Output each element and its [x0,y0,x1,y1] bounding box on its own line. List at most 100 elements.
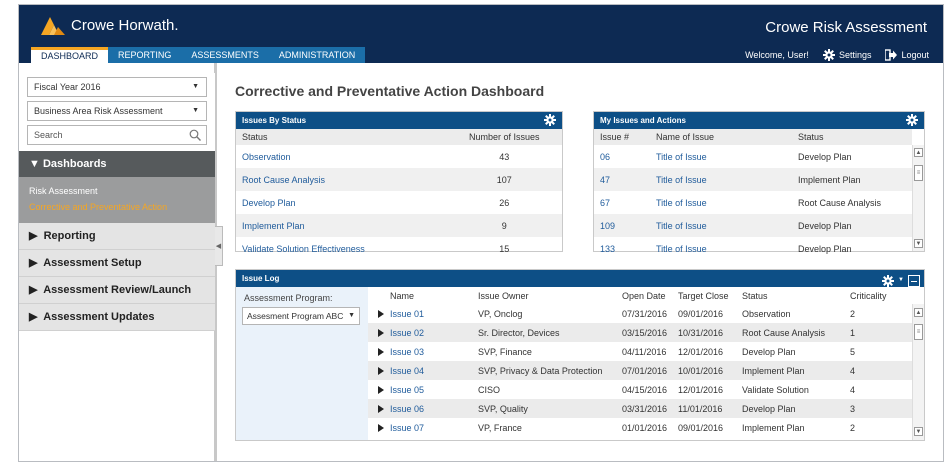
sidebar-item-corrective-action[interactable]: Corrective and Preventative Action [29,199,215,215]
issue-log-table: Name Issue Owner Open Date Target Close … [368,287,914,437]
table-row: Implement Plan 9 [236,214,562,237]
panel-header: Issues By Status [236,112,562,129]
criticality: 3 [844,399,914,418]
gear-icon[interactable] [544,114,556,126]
table-row[interactable]: 133 Title of Issue Develop Plan [594,237,912,260]
column-header: Open Date [616,287,672,304]
search-icon[interactable] [189,129,201,141]
criticality: 5 [850,346,856,357]
tab-reporting[interactable]: REPORTING [108,47,182,63]
issue-name[interactable]: Title of Issue [650,237,792,260]
scroll-thumb[interactable]: ≡ [914,165,923,181]
table-row[interactable]: 47 Title of Issue Implement Plan [594,168,912,191]
sidebar-item-risk-assessment[interactable]: Risk Assessment [29,183,215,199]
issue-log-filter: Assessment Program: Assesment Program AB… [236,287,368,440]
business-area-select[interactable]: Business Area Risk Assessment ▼ [27,101,207,121]
search-input[interactable]: Search [27,125,207,145]
issue-number[interactable]: 109 [594,214,650,237]
issue-link[interactable]: Issue 03 [368,342,472,361]
scroll-up-icon[interactable]: ▲ [914,148,923,157]
table-row[interactable]: 109 Title of Issue Develop Plan [594,214,912,237]
status-link[interactable]: Observation [236,145,440,168]
sidebar-collapse-handle[interactable]: ◀ [215,226,223,266]
target-close: 12/01/2016 [678,384,724,395]
expand-row-icon[interactable] [378,309,384,318]
tab-dashboard[interactable]: DASHBOARD [31,47,109,63]
expand-row-icon[interactable] [378,328,384,337]
settings-link[interactable]: Settings [822,49,872,61]
issue-status: Implement Plan [742,422,805,433]
issue-owner: Sr. Director, Devices [472,323,616,342]
target-close: 10/01/2016 [672,361,736,380]
issue-link[interactable]: Issue 02 [368,323,472,342]
table-row[interactable]: 67 Title of Issue Root Cause Analysis [594,191,912,214]
sidebar-item-assessment-setup[interactable]: ▶ Assessment Setup [19,250,215,277]
open-date: 03/15/2016 [616,323,672,342]
open-date: 07/31/2016 [622,308,668,319]
criticality: 2 [850,422,856,433]
status-link[interactable]: Validate Solution Effectiveness [236,237,440,260]
issue-name[interactable]: Title of Issue [650,168,792,191]
status-link[interactable]: Develop Plan [236,191,440,214]
issue-link[interactable]: Issue 07 [368,418,472,437]
sidebar-item-assessment-review[interactable]: ▶ Assessment Review/Launch [19,277,215,304]
column-header: Issue Owner [472,287,616,304]
table-row[interactable]: Issue 01 VP, Onclog 07/31/2016 09/01/201… [368,304,914,323]
gear-icon [822,49,835,61]
column-header: Status [736,287,844,304]
caret-down-icon: ▼ [29,158,40,170]
column-header: Target Close [672,287,736,304]
issue-status: Develop Plan [736,399,844,418]
table-row[interactable]: Issue 02 Sr. Director, Devices 03/15/201… [368,323,914,342]
issue-number[interactable]: 133 [594,237,650,260]
issue-log-scrollbar[interactable]: ▲ ≡ ▼ [912,304,924,440]
expand-row-icon[interactable] [378,385,384,394]
logo-text: Crowe Horwath. [71,16,179,34]
issue-name[interactable]: Title of Issue [650,145,792,168]
table-row[interactable]: Issue 05 CISO 04/15/2016 12/01/2016 Vali… [368,380,914,399]
gear-icon[interactable] [882,274,895,287]
issue-link[interactable]: Issue 06 [368,399,472,418]
sidebar-section-dashboards[interactable]: ▼ Dashboards [19,151,215,177]
expand-row-icon[interactable] [378,404,384,413]
my-issues-scrollbar[interactable]: ▲ ≡ ▼ [912,145,924,251]
table-row[interactable]: 06 Title of Issue Develop Plan [594,145,912,168]
sidebar-item-assessment-updates[interactable]: ▶ Assessment Updates [19,304,215,331]
issue-link[interactable]: Issue 01 [368,304,472,323]
settings-label: Settings [838,50,872,60]
expand-row-icon[interactable] [378,366,384,375]
issue-link[interactable]: Issue 04 [368,361,472,380]
issue-name[interactable]: Title of Issue [650,214,792,237]
table-row[interactable]: Issue 07 VP, France 01/01/2016 09/01/201… [368,418,914,437]
scroll-up-icon[interactable]: ▲ [914,308,923,317]
minimize-icon[interactable] [908,274,920,287]
issue-link[interactable]: Issue 05 [368,380,472,399]
tab-administration[interactable]: ADMINISTRATION [268,47,366,63]
status-link[interactable]: Implement Plan [236,214,441,237]
fiscal-year-select[interactable]: Fiscal Year 2016 ▼ [27,77,207,97]
issue-number[interactable]: 06 [594,145,650,168]
issue-status: Validate Solution [742,384,809,395]
issue-number[interactable]: 47 [594,168,650,191]
scroll-down-icon[interactable]: ▼ [914,239,923,248]
logout-link[interactable]: Logout [885,49,929,61]
gear-icon[interactable] [906,114,918,126]
tab-assessments[interactable]: ASSESSMENTS [181,47,269,63]
column-header: Number of Issues [440,129,562,145]
table-row[interactable]: Issue 03 SVP, Finance 04/11/2016 12/01/2… [368,342,914,361]
table-row[interactable]: Issue 04 SVP, Privacy & Data Protection … [368,361,914,380]
scroll-thumb[interactable]: ≡ [914,324,923,340]
caret-right-icon: ▶ [29,284,38,296]
sidebar-item-label: Assessment Setup [43,257,142,269]
expand-row-icon[interactable] [378,423,384,432]
issue-name[interactable]: Title of Issue [650,191,792,214]
scroll-down-icon[interactable]: ▼ [914,427,923,436]
table-row[interactable]: Issue 06 SVP, Quality 03/31/2016 11/01/2… [368,399,914,418]
assessment-program-select[interactable]: Assesment Program ABC ▼ [242,307,360,325]
status-link[interactable]: Root Cause Analysis [236,168,441,191]
issue-number[interactable]: 67 [594,191,650,214]
sidebar-item-label: Assessment Review/Launch [43,284,192,296]
caret-right-icon: ▶ [29,311,38,323]
expand-row-icon[interactable] [378,347,384,356]
sidebar-item-reporting[interactable]: ▶ Reporting [19,223,215,250]
